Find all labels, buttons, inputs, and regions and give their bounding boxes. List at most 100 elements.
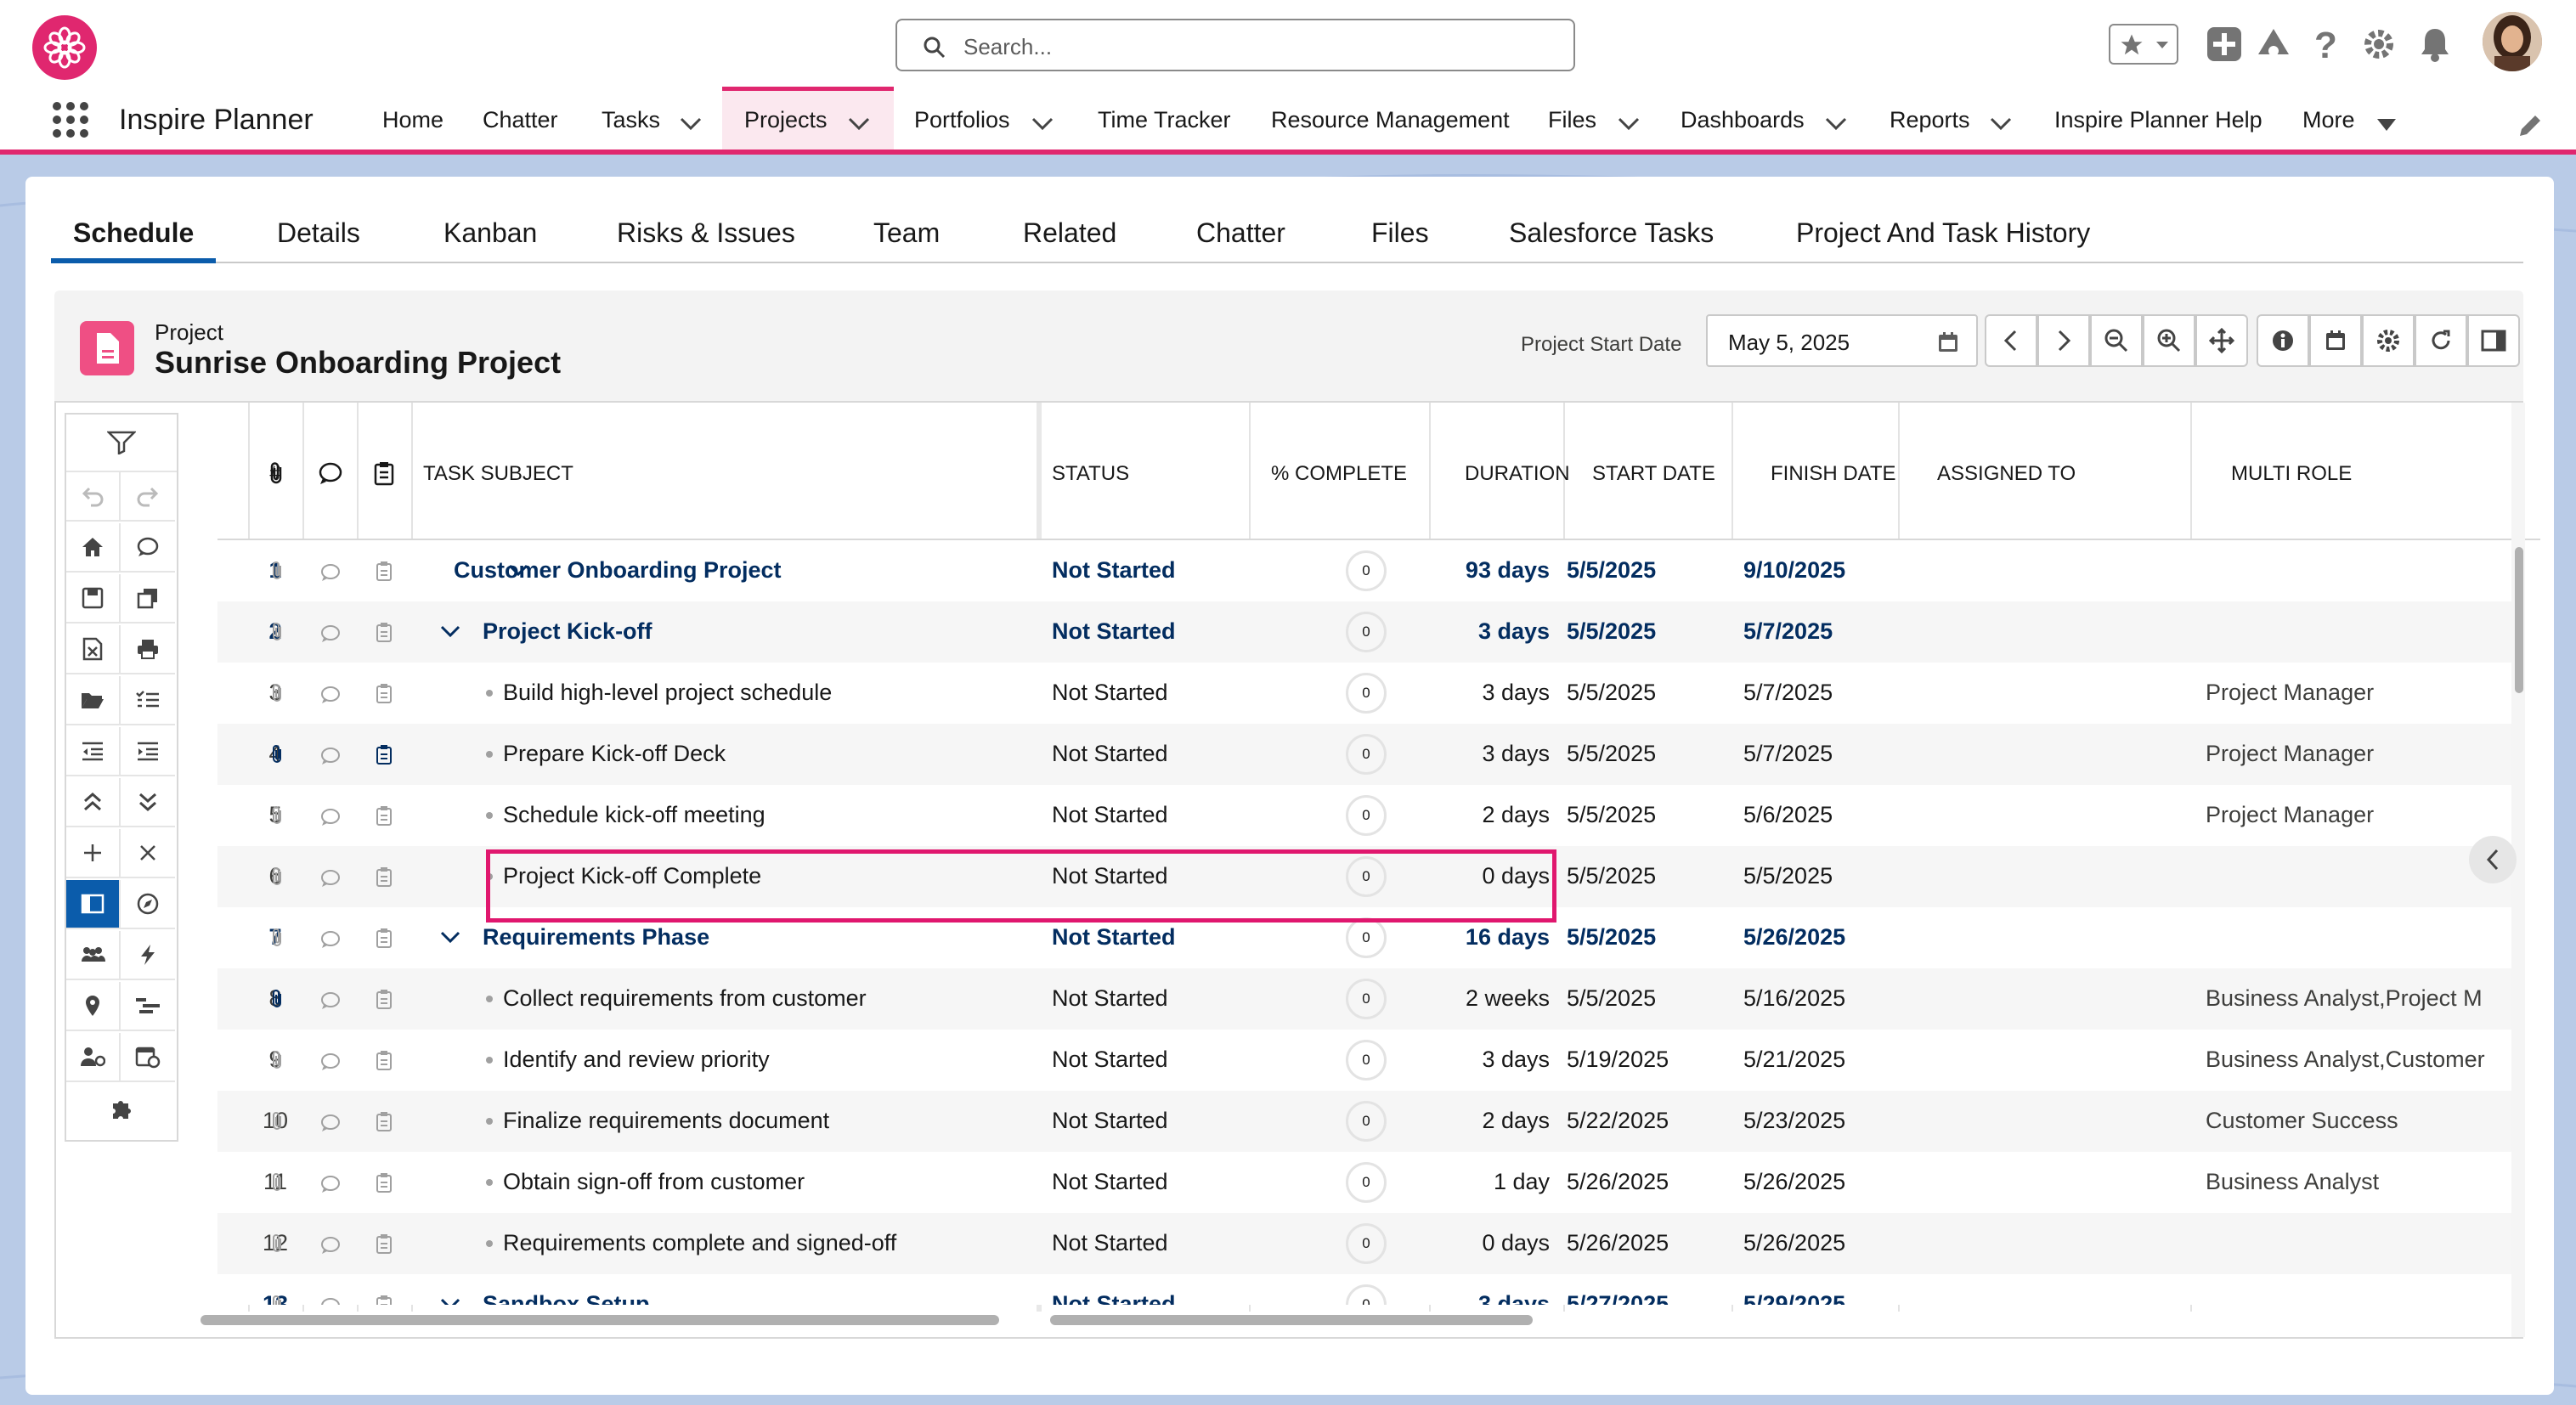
task-start-date[interactable]: 5/22/2025	[1567, 1108, 1669, 1134]
global-add-icon[interactable]	[2206, 25, 2243, 63]
table-row[interactable]: 12 Requirements complete and signed-off No…	[217, 1213, 2523, 1274]
comment-icon[interactable]	[319, 990, 342, 1011]
tasks-chevron-down-icon[interactable]	[680, 117, 702, 131]
task-finish-date[interactable]: 5/16/2025	[1743, 985, 1845, 1012]
clipboard-icon[interactable]	[376, 805, 393, 827]
task-status[interactable]: Not Started	[1052, 1291, 1176, 1305]
trailhead-icon[interactable]	[2255, 25, 2292, 63]
comment-icon[interactable]	[319, 1113, 342, 1133]
task-subject[interactable]: Prepare Kick-off Deck	[503, 741, 726, 767]
settings-button[interactable]	[2362, 314, 2415, 367]
comment-icon[interactable]	[319, 868, 342, 889]
task-status[interactable]: Not Started	[1052, 1169, 1168, 1195]
attachment-icon[interactable]	[268, 1050, 285, 1072]
task-finish-date[interactable]: 5/29/2025	[1743, 1291, 1845, 1305]
nav-inspire-planner-help[interactable]: Inspire Planner Help	[2054, 107, 2262, 133]
nav-resource-management[interactable]: Resource Management	[1271, 107, 1510, 133]
collapse-chevron-icon[interactable]	[440, 1298, 460, 1305]
task-start-date[interactable]: 5/5/2025	[1567, 924, 1656, 951]
task-start-date[interactable]: 5/5/2025	[1567, 985, 1656, 1012]
zoom-in-button[interactable]	[2143, 314, 2195, 367]
attachment-icon[interactable]	[268, 1111, 285, 1133]
table-row[interactable]: 4 Prepare Kick-off Deck Not Started 0 3 days…	[217, 724, 2523, 785]
comment-icon[interactable]	[319, 624, 342, 644]
task-finish-date[interactable]: 5/26/2025	[1743, 1230, 1845, 1256]
info-button[interactable]	[2257, 314, 2309, 367]
fit-to-screen-button[interactable]	[2195, 314, 2248, 367]
attachment-icon[interactable]	[268, 683, 285, 705]
table-row[interactable]: 9 Identify and review priority Not Started…	[217, 1030, 2523, 1091]
global-search-input[interactable]: Search...	[895, 19, 1575, 71]
setup-gear-icon[interactable]	[2362, 27, 2396, 61]
comment-icon[interactable]	[319, 1052, 342, 1072]
attachment-icon[interactable]	[268, 928, 285, 950]
task-duration[interactable]: 3 days	[1482, 1047, 1550, 1073]
percent-complete-badge[interactable]: 0	[1346, 979, 1387, 1019]
task-duration[interactable]: 2 days	[1482, 802, 1550, 828]
attachment-icon[interactable]	[268, 1233, 285, 1255]
task-status[interactable]: Not Started	[1052, 557, 1176, 584]
col-header-multi-role[interactable]: MULTI ROLE	[2231, 462, 2352, 486]
attachment-icon[interactable]	[268, 805, 285, 827]
percent-complete-badge[interactable]: 0	[1346, 1040, 1387, 1081]
clipboard-icon[interactable]	[376, 744, 393, 766]
task-subject[interactable]: Identify and review priority	[503, 1047, 770, 1073]
task-status[interactable]: Not Started	[1052, 985, 1168, 1012]
clipboard-icon[interactable]	[376, 1295, 393, 1305]
tab-related[interactable]: Related	[1023, 217, 1116, 249]
task-duration[interactable]: 93 days	[1466, 557, 1550, 584]
task-status[interactable]: Not Started	[1052, 1108, 1168, 1134]
tab-kanban[interactable]: Kanban	[443, 217, 537, 249]
favorites-button-group[interactable]	[2109, 24, 2178, 65]
zoom-out-button[interactable]	[2090, 314, 2143, 367]
table-row[interactable]: 11 Obtain sign-off from customer Not Start…	[217, 1152, 2523, 1213]
reports-chevron-down-icon[interactable]	[1990, 117, 2012, 131]
task-finish-date[interactable]: 9/10/2025	[1743, 557, 1845, 584]
col-header-pct-complete[interactable]: % COMPLETE	[1271, 462, 1407, 486]
tab-salesforce-tasks[interactable]: Salesforce Tasks	[1509, 217, 1714, 249]
main-horizontal-scrollbar[interactable]	[1047, 1312, 2491, 1327]
task-subject[interactable]: Collect requirements from customer	[503, 985, 867, 1012]
clipboard-icon[interactable]	[376, 561, 393, 583]
col-header-clipboard-icon[interactable]	[374, 460, 394, 486]
task-multi-role[interactable]: Project Manager	[2206, 680, 2374, 706]
task-subject[interactable]: Customer Onboarding Project	[454, 557, 782, 584]
task-duration[interactable]: 3 days	[1478, 618, 1550, 645]
task-duration[interactable]: 1 day	[1494, 1169, 1550, 1195]
tab-chatter[interactable]: Chatter	[1196, 217, 1285, 249]
task-duration[interactable]: 3 days	[1478, 1291, 1550, 1305]
clipboard-icon[interactable]	[376, 1111, 393, 1133]
comment-icon[interactable]	[319, 562, 342, 583]
task-finish-date[interactable]: 5/26/2025	[1743, 924, 1845, 951]
attachment-icon[interactable]	[268, 866, 285, 889]
percent-complete-badge[interactable]: 0	[1346, 550, 1387, 591]
col-header-attachment-icon[interactable]	[267, 460, 285, 486]
clipboard-icon[interactable]	[376, 1050, 393, 1072]
task-status[interactable]: Not Started	[1052, 924, 1176, 951]
nav-files[interactable]: Files	[1548, 107, 1596, 133]
filter-button[interactable]	[66, 415, 177, 472]
tab-schedule[interactable]: Schedule	[73, 217, 194, 249]
task-multi-role[interactable]: Business Analyst,Customer	[2206, 1047, 2485, 1073]
task-finish-date[interactable]: 5/23/2025	[1743, 1108, 1845, 1134]
task-subject[interactable]: Obtain sign-off from customer	[503, 1169, 805, 1195]
task-finish-date[interactable]: 5/7/2025	[1743, 680, 1833, 706]
task-status[interactable]: Not Started	[1052, 741, 1168, 767]
comment-icon[interactable]	[319, 685, 342, 705]
percent-complete-badge[interactable]: 0	[1346, 795, 1387, 836]
task-finish-date[interactable]: 5/7/2025	[1743, 618, 1833, 645]
comment-icon[interactable]	[319, 807, 342, 827]
table-row[interactable]: 13 Sandbox Setup Not Started 0 3 days 5/27/20…	[217, 1274, 2523, 1305]
task-start-date[interactable]: 5/27/2025	[1567, 1291, 1669, 1305]
nav-reports[interactable]: Reports	[1890, 107, 1970, 133]
percent-complete-badge[interactable]: 0	[1346, 734, 1387, 775]
project-start-date-input[interactable]: May 5, 2025	[1706, 314, 1978, 367]
attachment-icon[interactable]	[268, 622, 285, 644]
clipboard-icon[interactable]	[376, 622, 393, 644]
comment-icon[interactable]	[319, 1235, 342, 1255]
task-status[interactable]: Not Started	[1052, 618, 1176, 645]
task-duration[interactable]: 0 days	[1482, 1230, 1550, 1256]
comment-icon[interactable]	[319, 1174, 342, 1194]
dashboards-chevron-down-icon[interactable]	[1825, 117, 1847, 131]
tab-project-task-history[interactable]: Project And Task History	[1796, 217, 2090, 249]
